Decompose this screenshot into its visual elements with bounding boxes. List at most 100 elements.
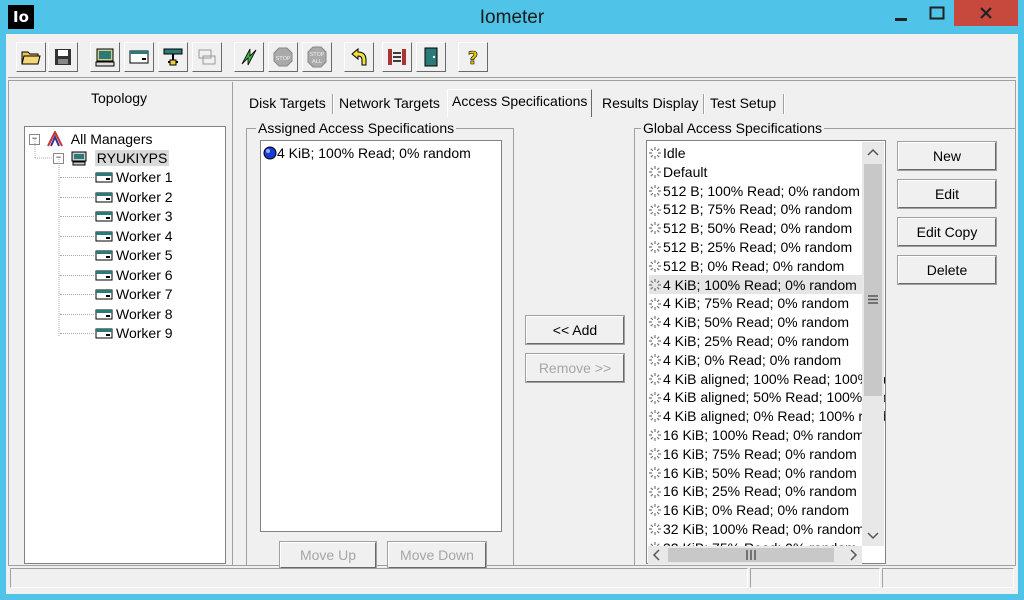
remove-button[interactable]: Remove >>: [525, 353, 625, 383]
start-button[interactable]: [234, 42, 264, 72]
list-item[interactable]: 512 B; 100% Read; 0% random: [649, 181, 860, 200]
list-item[interactable]: 4 KiB aligned; 100% Read; 100% random: [649, 369, 885, 388]
list-item[interactable]: Idle: [649, 143, 686, 162]
h-scroll-thumb[interactable]: [668, 548, 834, 562]
list-item[interactable]: 4 KiB; 100% Read; 0% random: [649, 274, 863, 294]
open-button[interactable]: [16, 42, 46, 72]
list-item[interactable]: 512 B; 50% Read; 0% random: [649, 218, 852, 237]
new-worker-icon: [129, 50, 149, 64]
exit-door-button[interactable]: [416, 42, 446, 72]
edit-copy-button[interactable]: Edit Copy: [897, 217, 997, 247]
splitter[interactable]: [232, 82, 235, 566]
move-up-button[interactable]: Move Up: [279, 541, 377, 569]
list-item[interactable]: 512 B; 25% Read; 0% random: [649, 237, 852, 256]
tab-test-setup[interactable]: Test Setup: [706, 92, 780, 116]
new-worker-button[interactable]: [124, 42, 154, 72]
spec-icon: [649, 316, 661, 329]
spec-icon: [649, 278, 661, 291]
tree-connector: [60, 313, 94, 315]
delete-button[interactable]: Delete: [897, 255, 997, 285]
tree-worker[interactable]: Worker 1: [95, 167, 173, 186]
worker-icon: [95, 309, 113, 320]
list-item[interactable]: 4 KiB; 75% Read; 0% random: [649, 293, 849, 312]
list-item[interactable]: 16 KiB; 50% Read; 0% random: [649, 463, 857, 482]
chevron-up-icon: [867, 148, 879, 156]
assigned-list[interactable]: 4 KiB; 100% Read; 0% random: [260, 140, 502, 532]
minimize-button[interactable]: [882, 0, 920, 26]
tree-worker-label: Worker 9: [116, 324, 173, 341]
topology-tree[interactable]: − All Managers − RYUKIYPS Worker 1 Worker…: [24, 126, 226, 564]
list-item[interactable]: 512 B; 0% Read; 0% random: [649, 256, 844, 275]
stop-all-button[interactable]: STOP ALL: [302, 42, 332, 72]
tree-worker[interactable]: Worker 6: [95, 265, 173, 284]
chevron-left-icon: [652, 549, 660, 561]
list-item-label: 512 B; 25% Read; 0% random: [663, 238, 853, 255]
tab-network-targets[interactable]: Network Targets: [335, 92, 444, 116]
list-item[interactable]: 16 KiB; 100% Read; 0% random: [649, 425, 865, 444]
reset-icon: [351, 47, 367, 66]
horizontal-scrollbar[interactable]: [648, 546, 862, 564]
list-item[interactable]: Default: [649, 162, 707, 181]
add-button[interactable]: << Add: [525, 315, 625, 345]
global-list[interactable]: Idle Default 512 B; 100% Read; 0% random 51…: [646, 140, 886, 564]
save-icon: [55, 49, 71, 65]
list-item[interactable]: 4 KiB; 50% Read; 0% random: [649, 312, 849, 331]
tab-disk-targets[interactable]: Disk Targets: [245, 92, 330, 116]
global-group-label: Global Access Specifications: [641, 120, 824, 136]
close-button[interactable]: [954, 0, 1018, 26]
tree-worker-label: Worker 8: [116, 305, 173, 322]
new-button[interactable]: New: [897, 141, 997, 171]
scroll-up-button[interactable]: [862, 142, 884, 162]
tree-worker[interactable]: Worker 4: [95, 226, 173, 245]
list-item-label: 4 KiB; 50% Read; 0% random: [663, 313, 849, 330]
list-item[interactable]: 16 KiB; 0% Read; 0% random: [649, 500, 849, 519]
scroll-down-button[interactable]: [862, 526, 884, 546]
vertical-scrollbar[interactable]: [862, 142, 884, 546]
save-button[interactable]: [48, 42, 78, 72]
list-item[interactable]: 4 KiB; 0% Read; 0% random: [649, 350, 841, 369]
move-down-button[interactable]: Move Down: [387, 541, 487, 569]
network-worker-button[interactable]: [158, 42, 188, 72]
stop-button[interactable]: STOP: [268, 42, 298, 72]
worker-icon: [95, 231, 113, 242]
display-icon: [95, 48, 115, 67]
tree-worker[interactable]: Worker 5: [95, 245, 173, 264]
scroll-right-button[interactable]: [844, 546, 862, 564]
svg-text:STOP: STOP: [310, 52, 325, 58]
list-item[interactable]: 4 KiB; 25% Read; 0% random: [649, 331, 849, 350]
tree-worker[interactable]: Worker 9: [95, 323, 173, 342]
scroll-left-button[interactable]: [648, 546, 666, 564]
tree-worker[interactable]: Worker 7: [95, 284, 173, 303]
list-item-label: 512 B; 75% Read; 0% random: [663, 201, 853, 218]
tree-worker-label: Worker 7: [116, 285, 173, 302]
tree-worker[interactable]: Worker 2: [95, 187, 173, 206]
list-item[interactable]: 32 KiB; 100% Read; 0% random: [649, 519, 865, 538]
reset-button[interactable]: [344, 42, 374, 72]
list-item[interactable]: 512 B; 75% Read; 0% random: [649, 199, 852, 218]
list-item[interactable]: 4 KiB aligned; 50% Read; 100% random: [649, 387, 885, 406]
about-button[interactable]: ?: [458, 42, 488, 72]
edit-button[interactable]: Edit: [897, 179, 997, 209]
tab-results-display[interactable]: Results Display: [598, 92, 702, 116]
display-button[interactable]: [90, 42, 120, 72]
spec-icon: [649, 448, 661, 461]
tree-connector: [60, 177, 94, 178]
spec-icon: [649, 466, 661, 479]
copy-worker-button[interactable]: [192, 42, 222, 72]
maximize-button[interactable]: [920, 0, 954, 26]
list-item[interactable]: 4 KiB aligned; 0% Read; 100% random: [649, 406, 885, 425]
stop-all-icon: STOPALL: [307, 46, 327, 68]
scroll-thumb[interactable]: [864, 164, 882, 396]
tree-connector: [60, 274, 94, 276]
list-item[interactable]: 16 KiB; 25% Read; 0% random: [649, 481, 857, 500]
spec-icon: [649, 429, 661, 442]
list-item[interactable]: 16 KiB; 75% Read; 0% random: [649, 444, 857, 463]
tree-worker[interactable]: Worker 8: [95, 304, 173, 323]
exit-button[interactable]: [382, 42, 412, 72]
worker-icon: [95, 192, 113, 203]
tree-worker[interactable]: Worker 3: [95, 206, 173, 225]
spec-icon: [649, 241, 661, 254]
list-item[interactable]: 4 KiB; 100% Read; 0% random: [263, 143, 471, 162]
tab-access-specifications[interactable]: Access Specifications: [447, 89, 593, 117]
spec-icon: [649, 410, 661, 423]
